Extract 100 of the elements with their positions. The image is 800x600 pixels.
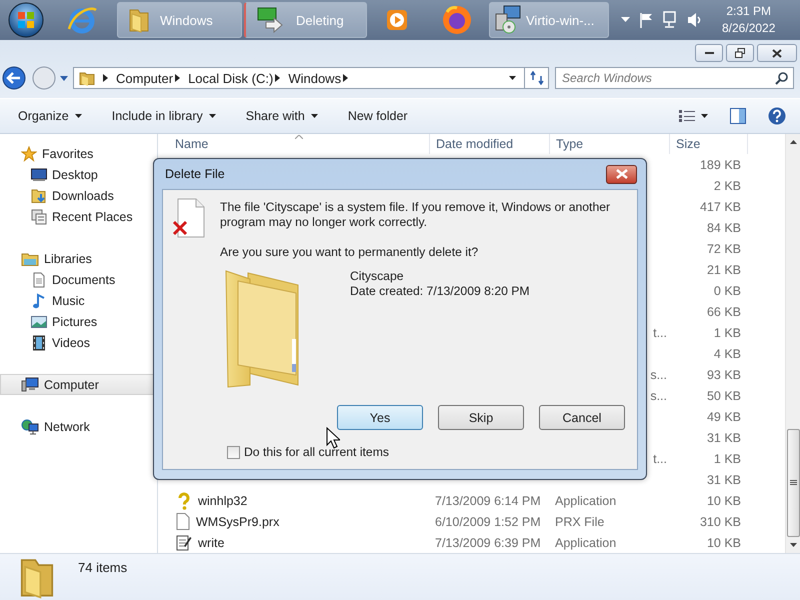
preview-pane-icon — [730, 108, 746, 124]
column-header[interactable]: Date modified — [430, 134, 550, 154]
file-size: 66 KB — [706, 304, 741, 318]
chevron-icon[interactable] — [275, 74, 280, 82]
column-header[interactable]: Name — [158, 134, 430, 154]
chevron-icon[interactable] — [103, 74, 108, 82]
search-field[interactable]: Search Windows — [555, 67, 794, 89]
navigation-item[interactable]: Desktop — [0, 164, 157, 185]
navigation-item[interactable]: Recent Places — [0, 206, 157, 227]
file-size: 31 KB — [706, 430, 741, 444]
folder-icon — [128, 7, 150, 33]
sort-caret-icon — [295, 135, 303, 139]
dropdown-caret-icon[interactable] — [509, 76, 516, 80]
clock-date[interactable]: 8/26/2022 — [722, 20, 776, 37]
speaker-icon[interactable] — [687, 12, 703, 28]
file-icon — [176, 513, 190, 530]
toolbar-button[interactable]: Include in library — [104, 103, 224, 129]
close-button[interactable] — [606, 164, 637, 184]
grip-icon — [790, 480, 796, 486]
checkbox[interactable] — [227, 446, 240, 458]
file-size: 93 KB — [706, 368, 741, 382]
file-name[interactable]: write — [198, 536, 224, 550]
help-icon — [768, 107, 786, 125]
restore-button[interactable] — [726, 44, 754, 62]
breadcrumb-segment[interactable]: Windows — [288, 70, 342, 86]
dialog-button[interactable]: Cancel — [539, 405, 625, 430]
file-size: 189 KB — [700, 158, 741, 172]
file-name: Cityscape — [350, 269, 405, 284]
file-size: 31 KB — [706, 472, 741, 486]
music-note-icon — [31, 292, 47, 308]
dialog-title: Delete File — [164, 167, 225, 181]
file-size: 72 KB — [706, 242, 741, 256]
network-icon[interactable] — [662, 11, 678, 29]
file-type: PRX File — [555, 514, 604, 528]
file-type: t... — [653, 452, 667, 466]
desktop-icon — [31, 166, 47, 182]
search-icon[interactable] — [775, 72, 788, 85]
caret-icon — [701, 114, 708, 118]
confirm-question: Are you sure you want to permanently delete it? — [220, 245, 480, 260]
browser-icon[interactable] — [441, 4, 473, 36]
file-size: 21 KB — [706, 262, 741, 276]
vertical-scrollbar[interactable] — [785, 134, 800, 553]
toolbar-button[interactable]: Organize — [10, 103, 90, 129]
view-list-icon — [679, 110, 695, 122]
file-size: 10 KB — [706, 536, 741, 550]
date-modified: 7/13/2009 6:14 PM — [435, 494, 541, 508]
scroll-thumb[interactable] — [786, 429, 800, 537]
navigation-item[interactable]: Favorites — [0, 143, 157, 164]
picture-icon — [31, 314, 47, 330]
file-name[interactable]: winhlp32 — [198, 494, 248, 508]
navigation-item[interactable]: Music — [0, 290, 157, 311]
navigation-item[interactable]: Downloads — [0, 185, 157, 206]
chevron-icon[interactable] — [343, 74, 348, 82]
toolbar-button[interactable]: Share with — [238, 103, 326, 129]
clock-time[interactable]: 2:31 PM — [722, 3, 776, 20]
breadcrumb-segment[interactable]: Local Disk (C:) — [188, 70, 274, 86]
date-modified: 6/10/2009 1:52 PM — [435, 514, 541, 528]
toolbar-button[interactable]: New folder — [340, 103, 416, 129]
refresh-icon — [530, 71, 544, 85]
navigation-item[interactable]: Videos — [0, 332, 157, 353]
network-globe-icon — [21, 418, 39, 434]
navigation-item[interactable]: Documents — [0, 269, 157, 290]
flag-icon[interactable] — [639, 12, 653, 28]
date-created: Date created: 7/13/2009 8:20 PM — [350, 284, 530, 299]
refresh-button[interactable] — [525, 67, 549, 89]
scroll-up-arrow-icon[interactable] — [790, 140, 796, 144]
computer-icon — [21, 376, 39, 392]
address-bar[interactable]: Computer Local Disk (C:) Windows — [73, 67, 525, 89]
close-button[interactable] — [757, 44, 797, 62]
recent-pages-caret-icon[interactable] — [60, 76, 68, 80]
document-icon — [31, 272, 47, 288]
navigation-item[interactable]: Network — [0, 416, 157, 437]
start-button[interactable] — [8, 2, 44, 38]
minimize-icon — [704, 52, 714, 54]
breadcrumb-segment[interactable]: Computer — [116, 70, 174, 86]
file-size: 10 KB — [706, 494, 741, 508]
dialog-button[interactable]: Yes — [337, 405, 423, 430]
checkbox-option[interactable]: Do this for all current items — [227, 445, 389, 459]
chevron-icon[interactable] — [175, 74, 180, 82]
back-button[interactable] — [2, 66, 26, 90]
question-mark-icon — [176, 492, 192, 510]
recent-places-icon — [31, 208, 47, 224]
navigation-item[interactable]: Pictures — [0, 311, 157, 332]
minimize-button[interactable] — [695, 44, 723, 62]
show-hidden-icons-caret-icon[interactable] — [621, 17, 630, 23]
column-header[interactable]: Size — [670, 134, 748, 154]
file-name[interactable]: WMSysPr9.prx — [196, 514, 280, 528]
mouse-pointer-icon — [326, 427, 340, 449]
date-modified: 7/13/2009 6:39 PM — [435, 536, 541, 550]
close-icon — [772, 48, 782, 58]
caret-icon — [208, 114, 216, 118]
dialog-button[interactable]: Skip — [438, 405, 524, 430]
media-player-icon[interactable] — [386, 9, 408, 31]
file-size: 1 KB — [714, 326, 741, 340]
navigation-item[interactable]: Libraries — [0, 248, 157, 269]
scroll-down-arrow-icon[interactable] — [790, 543, 796, 547]
file-type: Application — [555, 494, 616, 508]
file-type: s... — [650, 368, 667, 382]
column-header[interactable]: Type — [550, 134, 670, 154]
installer-icon — [494, 5, 522, 35]
